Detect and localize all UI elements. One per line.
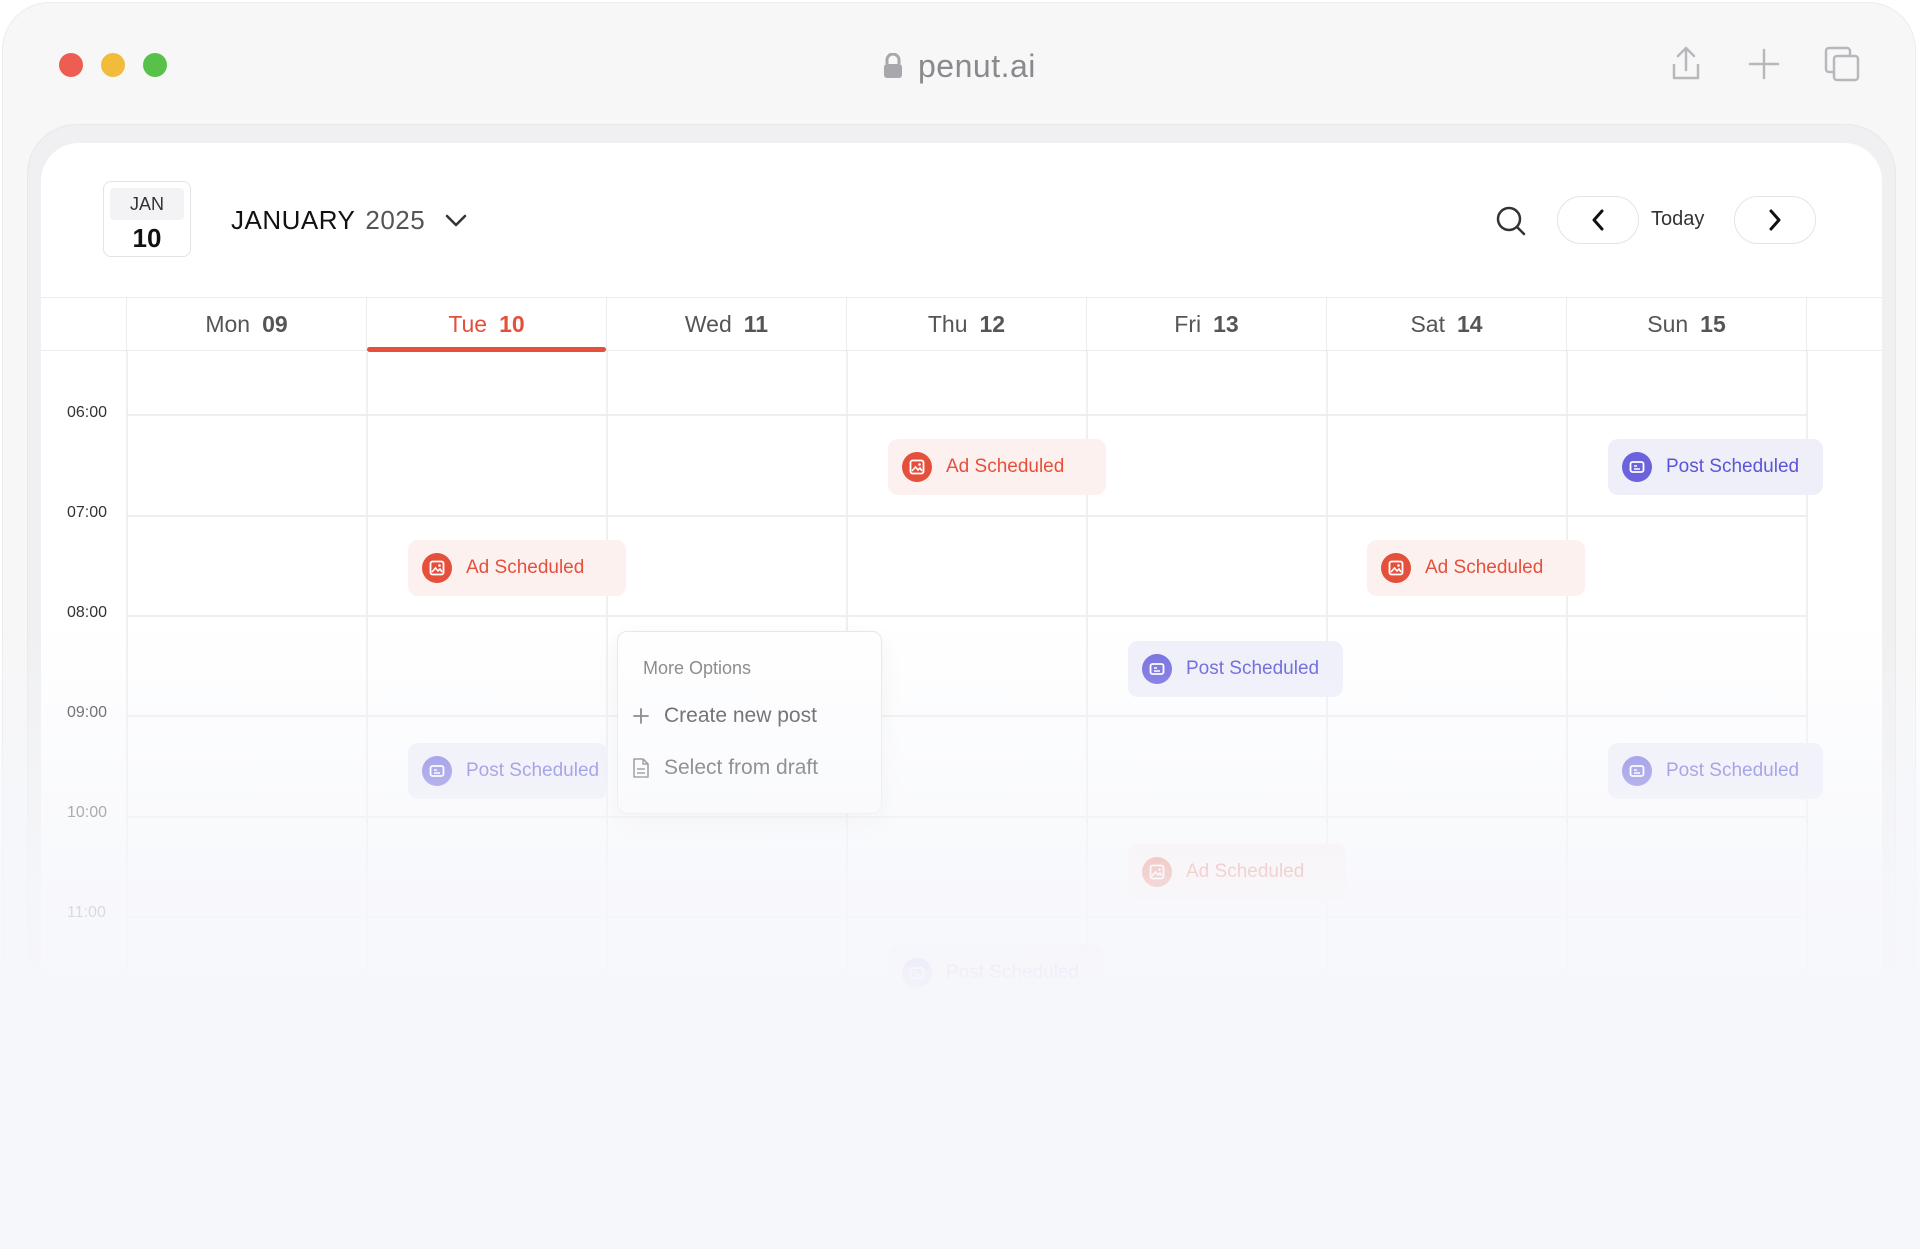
post-scheduled-event[interactable]: Post Scheduled xyxy=(1128,641,1343,697)
more-options-menu: More Options Create new post Select from… xyxy=(617,631,882,814)
event-label: Ad Scheduled xyxy=(946,456,1065,477)
year-value: 2025 xyxy=(365,205,426,235)
event-label: Post Scheduled xyxy=(466,760,600,781)
post-scheduled-event[interactable]: Post Scheduled xyxy=(1608,439,1823,495)
image-icon xyxy=(422,553,452,583)
tabs-icon[interactable] xyxy=(1822,44,1862,84)
share-icon[interactable] xyxy=(1666,44,1706,84)
image-icon xyxy=(902,452,932,482)
post-scheduled-event[interactable]: Post Scheduled xyxy=(1608,743,1823,799)
grid-line xyxy=(606,351,608,1013)
day-header-sat[interactable]: Sat 14 xyxy=(1326,298,1566,350)
month-name: JANUARY xyxy=(231,205,356,235)
hour-line xyxy=(127,615,1807,617)
post-icon xyxy=(902,958,932,988)
event-label: Ad Scheduled xyxy=(1186,861,1305,882)
lock-icon xyxy=(884,53,902,78)
event-label: Post Scheduled xyxy=(1666,456,1800,477)
day-header-tue[interactable]: Tue 10 xyxy=(366,298,606,352)
hour-line xyxy=(127,414,1807,416)
post-icon xyxy=(1622,452,1652,482)
ad-scheduled-event[interactable]: Ad Scheduled xyxy=(1367,540,1585,596)
post-icon xyxy=(422,756,452,786)
current-date-badge: JAN 10 xyxy=(103,181,191,257)
day-header-sun[interactable]: Sun 15 xyxy=(1566,298,1807,350)
today-button[interactable]: Today xyxy=(1651,208,1704,231)
time-label: 06:00 xyxy=(67,404,108,421)
badge-day: 10 xyxy=(132,223,162,253)
month-selector[interactable]: JANUARY 2025 xyxy=(231,205,467,236)
time-label: 08:00 xyxy=(67,604,108,621)
event-label: Ad Scheduled xyxy=(1425,557,1544,578)
url-text: penut.ai xyxy=(918,47,1036,84)
previous-week-button[interactable] xyxy=(1557,196,1639,244)
grid-line xyxy=(126,351,128,1013)
badge-month: JAN xyxy=(110,188,184,220)
post-icon xyxy=(1142,654,1172,684)
minimize-window-button[interactable] xyxy=(101,53,125,77)
day-header-wed[interactable]: Wed 11 xyxy=(606,298,846,350)
search-icon[interactable] xyxy=(1495,205,1527,237)
chevron-down-icon xyxy=(445,214,467,226)
post-scheduled-event[interactable]: Post Scheduled xyxy=(408,743,608,799)
image-icon xyxy=(1381,553,1411,583)
time-label: 07:00 xyxy=(67,504,108,521)
time-label: 09:00 xyxy=(67,704,108,721)
week-header: Mon 09 Tue 10 Wed 11 Thu 12 Fri 13 Sat 14 Sun 1… xyxy=(41,297,1882,352)
document-icon xyxy=(633,758,649,778)
ad-scheduled-event[interactable]: Ad Scheduled xyxy=(888,439,1106,495)
ad-scheduled-event[interactable]: Ad Scheduled xyxy=(1128,844,1346,900)
hour-line xyxy=(127,715,1807,717)
calendar-app: JAN 10 JANUARY 2025 Today Mon 09 Tue 10 … xyxy=(41,143,1882,1013)
day-header-thu[interactable]: Thu 12 xyxy=(846,298,1086,350)
event-label: Post Scheduled xyxy=(946,962,1080,983)
grid-line xyxy=(366,351,368,1013)
event-label: Post Scheduled xyxy=(1666,760,1800,781)
next-week-button[interactable] xyxy=(1734,196,1816,244)
create-new-post-option[interactable]: Create new post xyxy=(632,696,868,736)
day-header-mon[interactable]: Mon 09 xyxy=(126,298,366,350)
plus-icon xyxy=(633,708,649,724)
hour-line xyxy=(127,816,1807,818)
chevron-left-icon xyxy=(1592,209,1604,231)
plus-icon[interactable] xyxy=(1744,44,1784,84)
browser-window: penut.ai JAN 10 JANUARY 2025 Today Mon 0… xyxy=(2,2,1916,1246)
ad-scheduled-event[interactable]: Ad Scheduled xyxy=(408,540,626,596)
address-bar[interactable]: penut.ai xyxy=(882,44,1036,88)
day-header-fri[interactable]: Fri 13 xyxy=(1086,298,1326,350)
zoom-window-button[interactable] xyxy=(143,53,167,77)
image-icon xyxy=(1142,857,1172,887)
post-scheduled-event[interactable]: Post Scheduled xyxy=(888,945,1103,1001)
event-label: Ad Scheduled xyxy=(466,557,585,578)
chevron-right-icon xyxy=(1769,209,1781,231)
time-label: 11:00 xyxy=(67,904,106,921)
close-window-button[interactable] xyxy=(59,53,83,77)
post-icon xyxy=(1622,756,1652,786)
time-label: 10:00 xyxy=(67,804,108,821)
select-from-draft-option[interactable]: Select from draft xyxy=(632,748,868,788)
hour-line xyxy=(127,916,1807,918)
menu-title: More Options xyxy=(643,658,752,678)
grid-line xyxy=(1566,351,1568,1013)
hour-line xyxy=(127,515,1807,517)
event-label: Post Scheduled xyxy=(1186,658,1320,679)
